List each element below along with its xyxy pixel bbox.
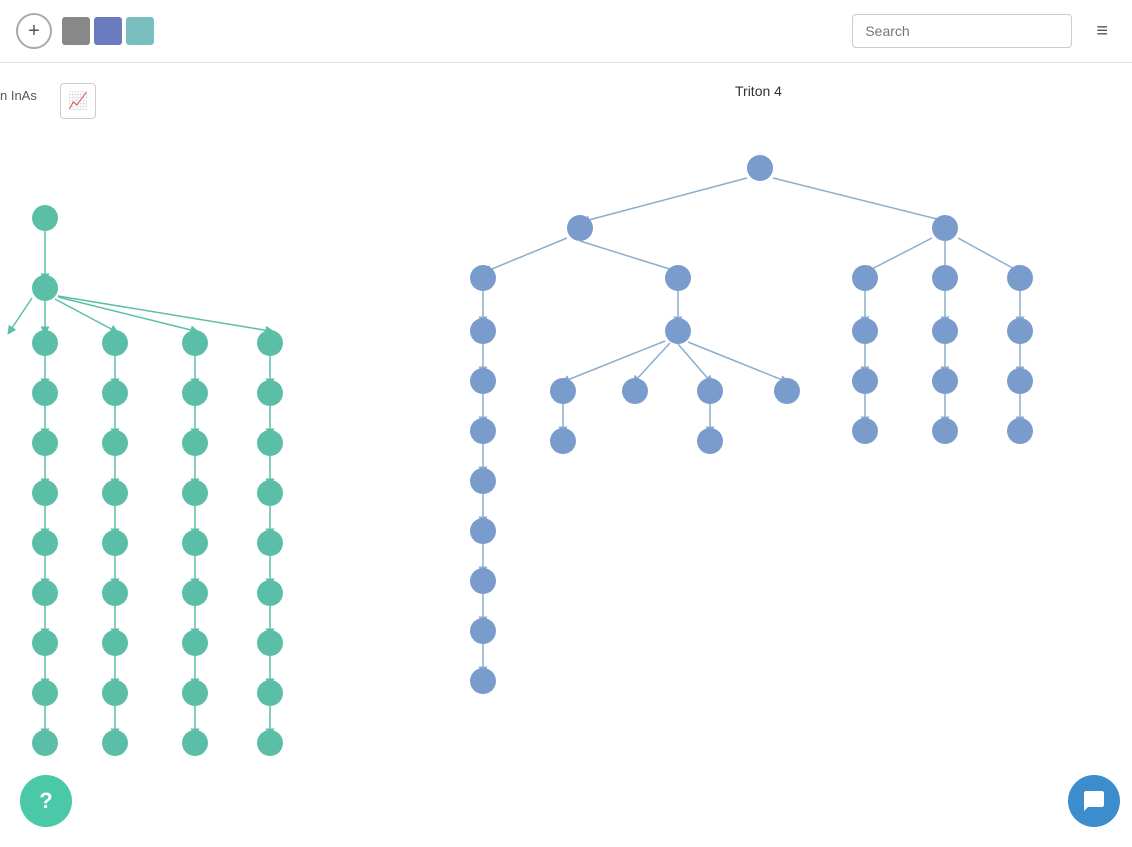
left-panel-label: n InAs — [0, 88, 37, 103]
add-button[interactable]: + — [16, 13, 52, 49]
color-swatches — [62, 17, 154, 45]
help-button[interactable]: ? — [20, 775, 72, 827]
menu-button[interactable]: ≡ — [1088, 16, 1116, 47]
main-canvas: n InAs 📈 Triton 4 — [0, 63, 1132, 847]
swatch-gray[interactable] — [62, 17, 90, 45]
swatch-teal[interactable] — [126, 17, 154, 45]
app-header: + ≡ — [0, 0, 1132, 63]
search-container — [852, 14, 1072, 48]
triton-title: Triton 4 — [735, 83, 782, 99]
tree-diagram — [0, 63, 1132, 847]
swatch-blue[interactable] — [94, 17, 122, 45]
search-input[interactable] — [852, 14, 1072, 48]
chat-icon — [1082, 789, 1106, 813]
chart-button[interactable]: 📈 — [60, 83, 96, 119]
chat-button[interactable] — [1068, 775, 1120, 827]
